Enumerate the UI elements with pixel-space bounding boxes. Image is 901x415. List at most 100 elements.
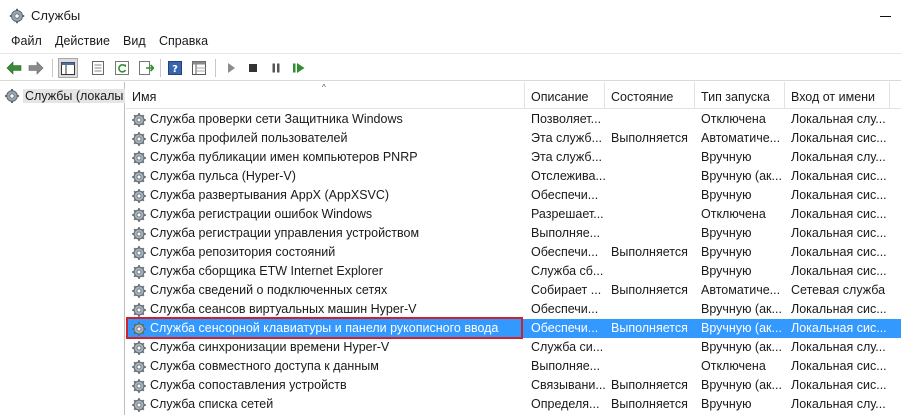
service-name-cell: Служба синхронизации времени Hyper-V bbox=[131, 338, 524, 357]
column-header-description[interactable]: Описание bbox=[525, 82, 605, 109]
table-row[interactable]: Служба профилей пользователей Эта служб..… bbox=[126, 129, 901, 148]
service-description: Позволяет... bbox=[531, 112, 602, 126]
service-startup-type: Вручную bbox=[701, 188, 752, 202]
service-description: Связывани... bbox=[531, 378, 605, 392]
service-name-cell: Служба репозитория состояний bbox=[131, 243, 524, 262]
toolbar-separator bbox=[52, 59, 53, 77]
column-header-log-on-as[interactable]: Вход от имени bbox=[785, 82, 890, 109]
table-row[interactable]: Служба сборщика ETW Internet Explorer Слу… bbox=[126, 262, 901, 281]
table-row[interactable]: Служба списка сетей Определя... Выполняетс… bbox=[126, 395, 901, 414]
table-row[interactable]: Служба регистрации ошибок Windows Разреша… bbox=[126, 205, 901, 224]
back-arrow-icon[interactable] bbox=[4, 58, 24, 78]
restart-service-icon[interactable] bbox=[289, 58, 309, 78]
service-name: Служба регистрации ошибок Windows bbox=[150, 207, 373, 221]
service-name-cell: Служба проверки сети Защитника Windows bbox=[131, 110, 524, 129]
help-icon[interactable]: ? bbox=[165, 58, 185, 78]
service-name: Служба синхронизации времени Hyper-V bbox=[150, 340, 390, 354]
service-startup-type: Отключена bbox=[701, 112, 766, 126]
table-row[interactable]: Служба проверки сети Защитника Windows По… bbox=[126, 110, 901, 129]
table-row[interactable]: Служба репозитория состояний Обеспечи... В… bbox=[126, 243, 901, 262]
service-gear-icon bbox=[132, 378, 146, 393]
column-header-state[interactable]: Состояние bbox=[605, 82, 695, 109]
service-description: Разрешает... bbox=[531, 207, 604, 221]
table-row[interactable]: Служба развертывания AppX (AppXSVC) Обесп… bbox=[126, 186, 901, 205]
stop-service-icon[interactable] bbox=[243, 58, 263, 78]
column-header-startup-type[interactable]: Тип запуска bbox=[695, 82, 785, 109]
extended-view-icon[interactable] bbox=[189, 58, 209, 78]
service-gear-icon bbox=[132, 283, 146, 298]
service-name-cell: Служба развертывания AppX (AppXSVC) bbox=[131, 186, 524, 205]
service-startup-type: Вручную (ак... bbox=[701, 169, 782, 183]
service-log-on-as: Локальная слу... bbox=[791, 397, 886, 411]
service-gear-icon bbox=[132, 359, 146, 374]
service-name: Служба сопоставления устройств bbox=[150, 378, 347, 392]
service-log-on-as: Локальная сис... bbox=[791, 207, 887, 221]
svg-text:?: ? bbox=[172, 64, 178, 75]
services-gear-icon bbox=[5, 89, 19, 103]
service-state: Выполняется bbox=[611, 397, 688, 411]
service-name-cell: Служба пульса (Hyper-V) bbox=[131, 167, 524, 186]
window-title: Службы bbox=[31, 8, 81, 23]
column-header-name[interactable]: Имя bbox=[126, 82, 525, 109]
table-row[interactable]: Служба пульса (Hyper-V) Отслежива... Вручн… bbox=[126, 167, 901, 186]
service-gear-icon bbox=[132, 188, 146, 203]
service-log-on-as: Локальная сис... bbox=[791, 321, 887, 335]
table-row-selected[interactable]: Служба сенсорной клавиатуры и панели рук… bbox=[126, 317, 901, 339]
service-log-on-as: Локальная сис... bbox=[791, 131, 887, 145]
service-description: Выполняе... bbox=[531, 359, 601, 373]
service-name-cell: Служба профилей пользователей bbox=[131, 129, 524, 148]
tree-item-label: Службы (локалы bbox=[23, 89, 126, 103]
service-state: Выполняется bbox=[611, 378, 688, 392]
table-row[interactable]: Служба сведений о подключенных сетях Соби… bbox=[126, 281, 901, 300]
service-description: Отслежива... bbox=[531, 169, 605, 183]
service-gear-icon bbox=[132, 245, 146, 260]
service-name-cell: Служба регистрации управления устройство… bbox=[131, 224, 524, 243]
table-row[interactable]: Служба сопоставления устройств Связывани.… bbox=[126, 376, 901, 395]
table-row[interactable]: Служба синхронизации времени Hyper-V Служ… bbox=[126, 338, 901, 357]
service-gear-icon bbox=[132, 340, 146, 355]
service-description: Выполняе... bbox=[531, 226, 601, 240]
service-name-cell: Служба сопоставления устройств bbox=[131, 376, 524, 395]
refresh-icon[interactable] bbox=[112, 58, 132, 78]
pause-service-icon[interactable] bbox=[266, 58, 286, 78]
service-state bbox=[611, 148, 695, 167]
toolbar-separator bbox=[215, 59, 216, 77]
service-name: Служба регистрации управления устройство… bbox=[150, 226, 420, 240]
service-startup-type: Автоматиче... bbox=[701, 283, 781, 297]
service-gear-icon bbox=[132, 169, 146, 184]
service-state bbox=[611, 205, 695, 224]
menu-bar: Файл Действие Вид Справка bbox=[0, 32, 901, 52]
service-log-on-as: Локальная сис... bbox=[791, 245, 887, 259]
service-name-cell: Служба сведений о подключенных сетях bbox=[131, 281, 524, 300]
service-description: Обеспечи... bbox=[531, 188, 599, 202]
service-name-cell: Служба публикации имен компьютеров PNRP bbox=[131, 148, 524, 167]
menu-action[interactable]: Действие bbox=[55, 34, 110, 48]
table-row[interactable]: Служба публикации имен компьютеров PNRP Э… bbox=[126, 148, 901, 167]
service-name: Служба сведений о подключенных сетях bbox=[150, 283, 388, 297]
table-row[interactable]: Служба регистрации управления устройство… bbox=[126, 224, 901, 243]
service-log-on-as: Локальная слу... bbox=[791, 340, 886, 354]
service-name: Служба проверки сети Защитника Windows bbox=[150, 112, 403, 126]
menu-view[interactable]: Вид bbox=[123, 34, 146, 48]
minimize-button[interactable] bbox=[870, 4, 898, 28]
service-startup-type: Вручную bbox=[701, 226, 752, 240]
service-log-on-as: Локальная сис... bbox=[791, 188, 887, 202]
forward-arrow-icon[interactable] bbox=[26, 58, 46, 78]
service-startup-type: Вручную bbox=[701, 245, 752, 259]
service-name: Служба совместного доступа к данным bbox=[150, 359, 379, 373]
menu-help[interactable]: Справка bbox=[159, 34, 208, 48]
service-name: Служба публикации имен компьютеров PNRP bbox=[150, 150, 418, 164]
properties-icon[interactable] bbox=[88, 58, 108, 78]
menu-file[interactable]: Файл bbox=[11, 34, 42, 48]
table-row[interactable]: Служба совместного доступа к данным Выпол… bbox=[126, 357, 901, 376]
tree-item-services-local[interactable]: Службы (локалы bbox=[4, 87, 126, 105]
service-startup-type: Вручную bbox=[701, 150, 752, 164]
service-state bbox=[611, 300, 695, 319]
title-bar: Службы bbox=[0, 0, 901, 32]
show-console-tree-icon[interactable] bbox=[58, 58, 78, 78]
service-state: Выполняется bbox=[611, 131, 688, 145]
export-list-icon[interactable] bbox=[136, 58, 156, 78]
service-name: Служба развертывания AppX (AppXSVC) bbox=[150, 188, 390, 202]
service-startup-type: Отключена bbox=[701, 359, 766, 373]
start-service-icon[interactable] bbox=[221, 58, 241, 78]
